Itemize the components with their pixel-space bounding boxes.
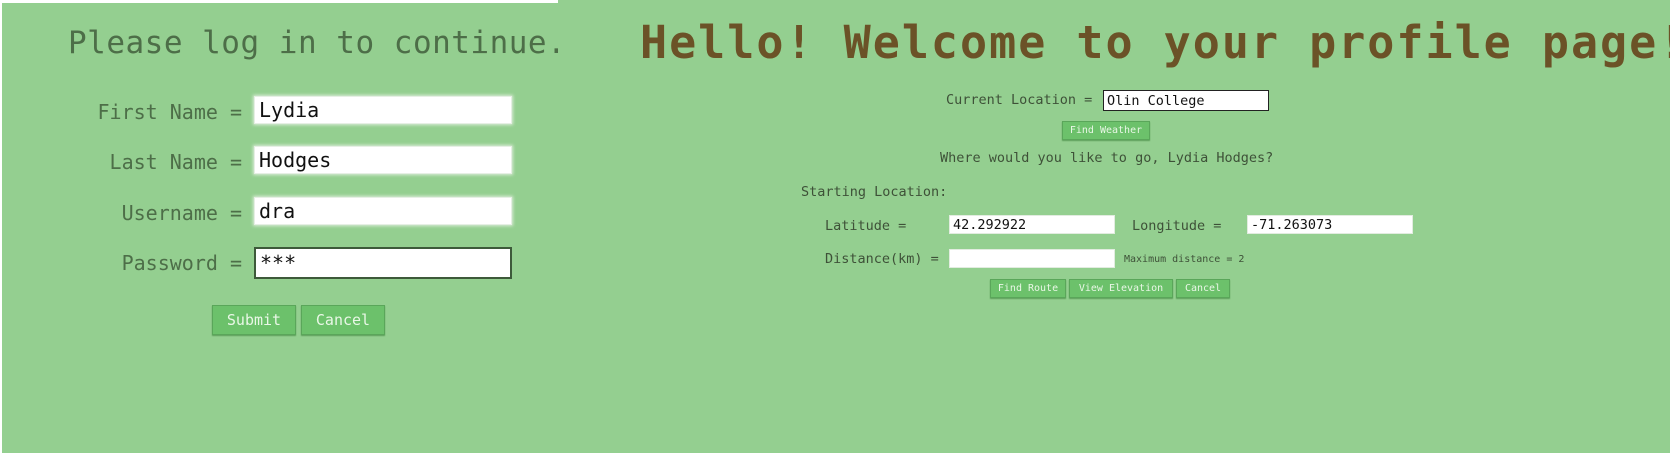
submit-button[interactable]: Submit <box>212 305 296 335</box>
latitude-label: Latitude = <box>825 218 907 234</box>
password-label: Password = <box>121 251 242 275</box>
current-location-label: Current Location = <box>946 92 1093 108</box>
longitude-input[interactable] <box>1247 215 1413 234</box>
profile-title: Hello! Welcome to your profile page! <box>640 16 1670 69</box>
view-elevation-button[interactable]: View Elevation <box>1069 279 1173 298</box>
username-label: Username = <box>121 201 242 225</box>
username-input[interactable] <box>254 197 512 225</box>
profile-cancel-button[interactable]: Cancel <box>1176 279 1230 298</box>
starting-location-label: Starting Location: <box>801 184 948 200</box>
last-name-label: Last Name = <box>109 150 242 174</box>
password-input[interactable] <box>254 247 512 279</box>
distance-input[interactable] <box>949 249 1115 268</box>
destination-question: Where would you like to go, Lydia Hodges… <box>940 150 1274 166</box>
find-weather-button[interactable]: Find Weather <box>1062 121 1150 140</box>
max-distance-note: Maximum distance = 2 <box>1124 254 1245 265</box>
first-name-input[interactable] <box>254 96 512 124</box>
latitude-input[interactable] <box>949 215 1115 234</box>
current-location-input[interactable] <box>1103 90 1269 111</box>
login-cancel-button[interactable]: Cancel <box>301 305 385 335</box>
longitude-label: Longitude = <box>1132 218 1222 234</box>
last-name-input[interactable] <box>254 146 512 174</box>
profile-panel: Hello! Welcome to your profile page! Cur… <box>558 0 1670 453</box>
find-route-button[interactable]: Find Route <box>990 279 1066 298</box>
login-panel: Please log in to continue. First Name = … <box>2 3 576 453</box>
distance-label: Distance(km) = <box>825 251 939 267</box>
screenshot-stage: Please log in to continue. First Name = … <box>0 0 1670 457</box>
first-name-label: First Name = <box>97 100 243 124</box>
login-title: Please log in to continue. <box>68 25 567 61</box>
